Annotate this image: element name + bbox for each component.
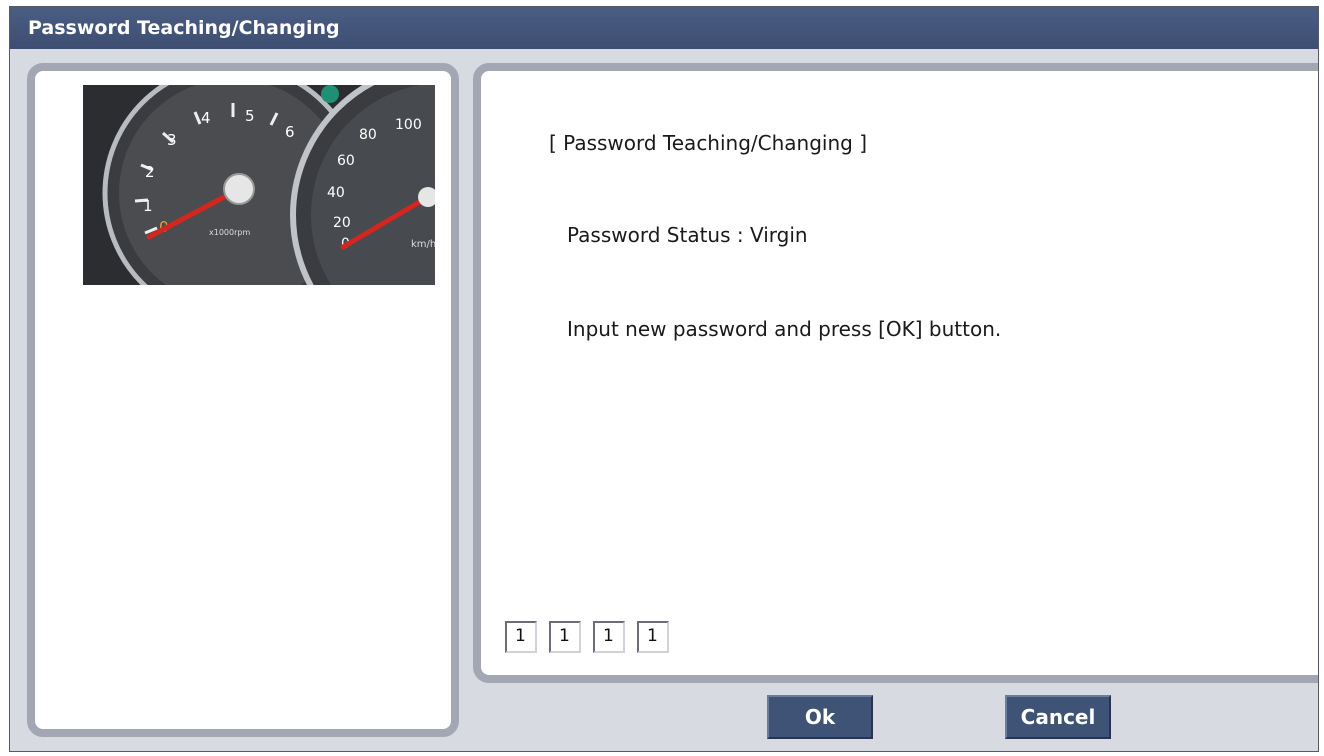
speed-label: 60	[337, 153, 355, 169]
instruction-text: Input new password and press [OK] button…	[567, 317, 1002, 341]
password-digit-4[interactable]: 1	[637, 621, 669, 653]
cancel-button[interactable]: Cancel	[1005, 695, 1111, 739]
content-panel: [ Password Teaching/Changing ] Password …	[473, 63, 1318, 683]
password-digit-3[interactable]: 1	[593, 621, 625, 653]
password-digit-2[interactable]: 1	[549, 621, 581, 653]
speed-unit-label: km/h	[411, 239, 435, 250]
password-status-value: Virgin	[749, 223, 808, 247]
password-digit-1[interactable]: 1	[505, 621, 537, 653]
speed-label: 100	[395, 117, 422, 133]
password-status-separator: :	[730, 223, 750, 247]
instrument-cluster-image: 0 1 2 3 4 5 6 x1000rpm 0 20 40 60 80 100…	[83, 85, 435, 285]
content-heading: [ Password Teaching/Changing ]	[549, 131, 868, 155]
dialog-window: Password Teaching/Changing 0 1 2 3 4 5 6	[9, 6, 1319, 752]
tach-label: 1	[143, 197, 153, 215]
tach-label: 3	[167, 131, 177, 149]
image-panel: 0 1 2 3 4 5 6 x1000rpm 0 20 40 60 80 100…	[27, 63, 459, 737]
tach-label: 4	[201, 109, 211, 127]
speed-label: 40	[327, 185, 345, 201]
speed-label: 20	[333, 215, 351, 231]
tach-label: 2	[145, 163, 155, 181]
tach-label: 6	[285, 123, 295, 141]
password-status: Password Status : Virgin	[567, 223, 808, 247]
tach-unit-label: x1000rpm	[209, 228, 250, 237]
password-input-row: 1 1 1 1	[505, 621, 669, 653]
tach-label: 5	[245, 107, 255, 125]
indicator-light-icon	[321, 85, 339, 103]
password-status-label: Password Status	[567, 223, 731, 247]
speed-label: 80	[359, 127, 377, 143]
ok-button[interactable]: Ok	[767, 695, 873, 739]
dialog-title: Password Teaching/Changing	[10, 7, 1318, 49]
